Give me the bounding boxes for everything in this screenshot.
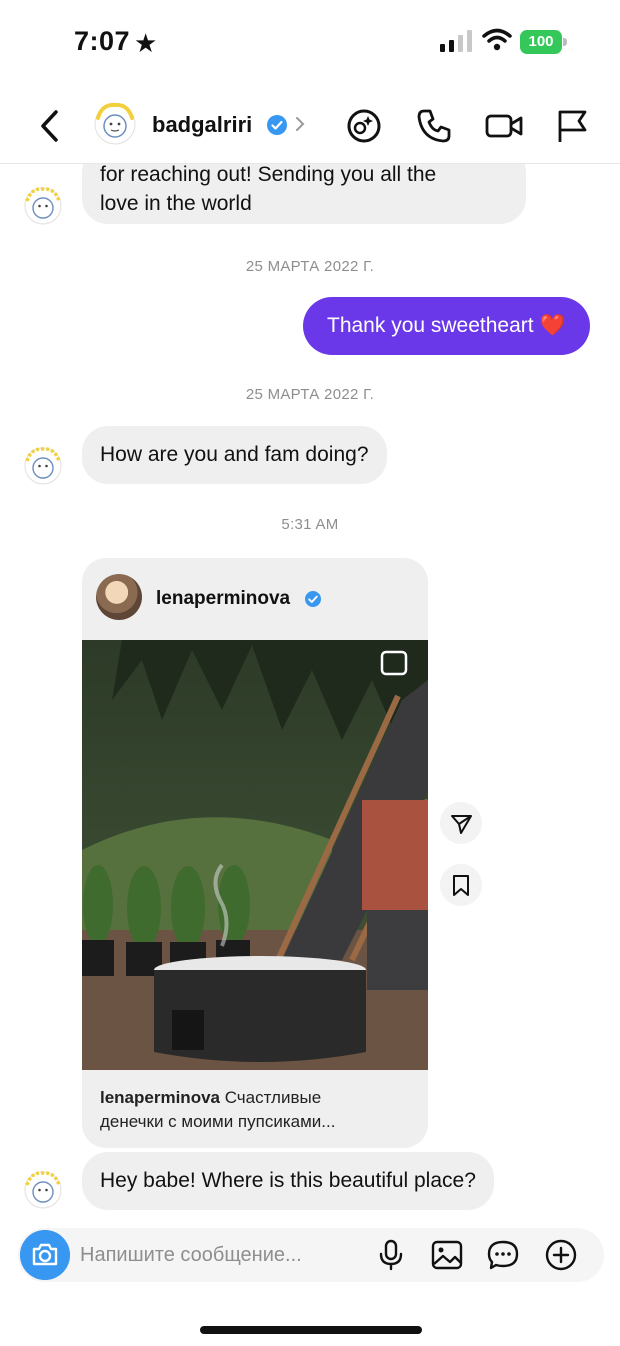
share-post-button[interactable]: [440, 802, 482, 844]
time-separator: 5:31 AM: [281, 516, 339, 533]
video-chat-icon[interactable]: [344, 106, 384, 146]
status-time: 7:07: [74, 26, 131, 56]
message-text: love in the world: [100, 192, 252, 215]
caption-text: денечки с моими пупсиками...: [100, 1112, 336, 1131]
post-header[interactable]: lenaperminova: [82, 558, 428, 640]
microphone-icon[interactable]: [374, 1238, 408, 1272]
post-author-username[interactable]: lenaperminova: [156, 588, 290, 610]
avatar[interactable]: [22, 444, 64, 486]
message-composer: [18, 1228, 604, 1282]
battery-level: 100: [520, 30, 562, 54]
status-bar: 7:07 ★ 100: [0, 0, 620, 86]
chevron-right-icon[interactable]: [292, 112, 308, 136]
date-separator: 25 МАРТА 2022 Г.: [245, 386, 375, 403]
add-icon[interactable]: [544, 1238, 578, 1272]
phone-icon[interactable]: [414, 106, 454, 146]
signal-icon: [440, 30, 472, 52]
post-caption: lenaperminova Счастливые денечки с моими…: [100, 1086, 420, 1134]
incoming-message[interactable]: How are you and fam doing?: [82, 426, 387, 484]
shared-post[interactable]: lenaperminova lenaperminova Счастливые д…: [82, 558, 428, 1148]
home-indicator[interactable]: [200, 1326, 422, 1334]
outgoing-message[interactable]: Thank you sweetheart ❤️: [303, 297, 590, 355]
post-image[interactable]: [82, 640, 428, 1070]
wifi-icon: [482, 28, 512, 51]
star-icon: ★: [134, 28, 158, 58]
date-separator: 25 МАРТА 2022 Г.: [245, 258, 375, 275]
chat-username[interactable]: badgalriri: [152, 112, 252, 138]
caption-text: Счастливые: [220, 1088, 322, 1107]
caption-username: lenaperminova: [100, 1088, 220, 1107]
avatar[interactable]: [22, 1168, 64, 1210]
avatar[interactable]: [22, 184, 64, 226]
avatar[interactable]: [92, 100, 138, 146]
chat-header: badgalriri: [0, 90, 620, 164]
verified-badge-icon: [305, 591, 321, 607]
post-author-avatar[interactable]: [96, 574, 142, 620]
incoming-message[interactable]: Hey babe! Where is this beautiful place?: [82, 1152, 494, 1210]
gallery-icon[interactable]: [430, 1238, 464, 1272]
incoming-message[interactable]: for reaching out! Sending you all the lo…: [82, 164, 526, 224]
back-arrow-icon[interactable]: [36, 108, 66, 144]
camera-button[interactable]: [20, 1230, 70, 1280]
sticker-chat-icon[interactable]: [486, 1238, 520, 1272]
report-flag-icon[interactable]: [552, 106, 592, 146]
verified-badge-icon: [267, 115, 287, 135]
battery-icon: 100: [520, 30, 568, 54]
message-text: for reaching out! Sending you all the: [100, 164, 437, 186]
chat-thread[interactable]: for reaching out! Sending you all the lo…: [0, 164, 620, 1220]
save-post-button[interactable]: [440, 864, 482, 906]
video-camera-icon[interactable]: [484, 106, 524, 146]
message-input[interactable]: [80, 1228, 370, 1282]
